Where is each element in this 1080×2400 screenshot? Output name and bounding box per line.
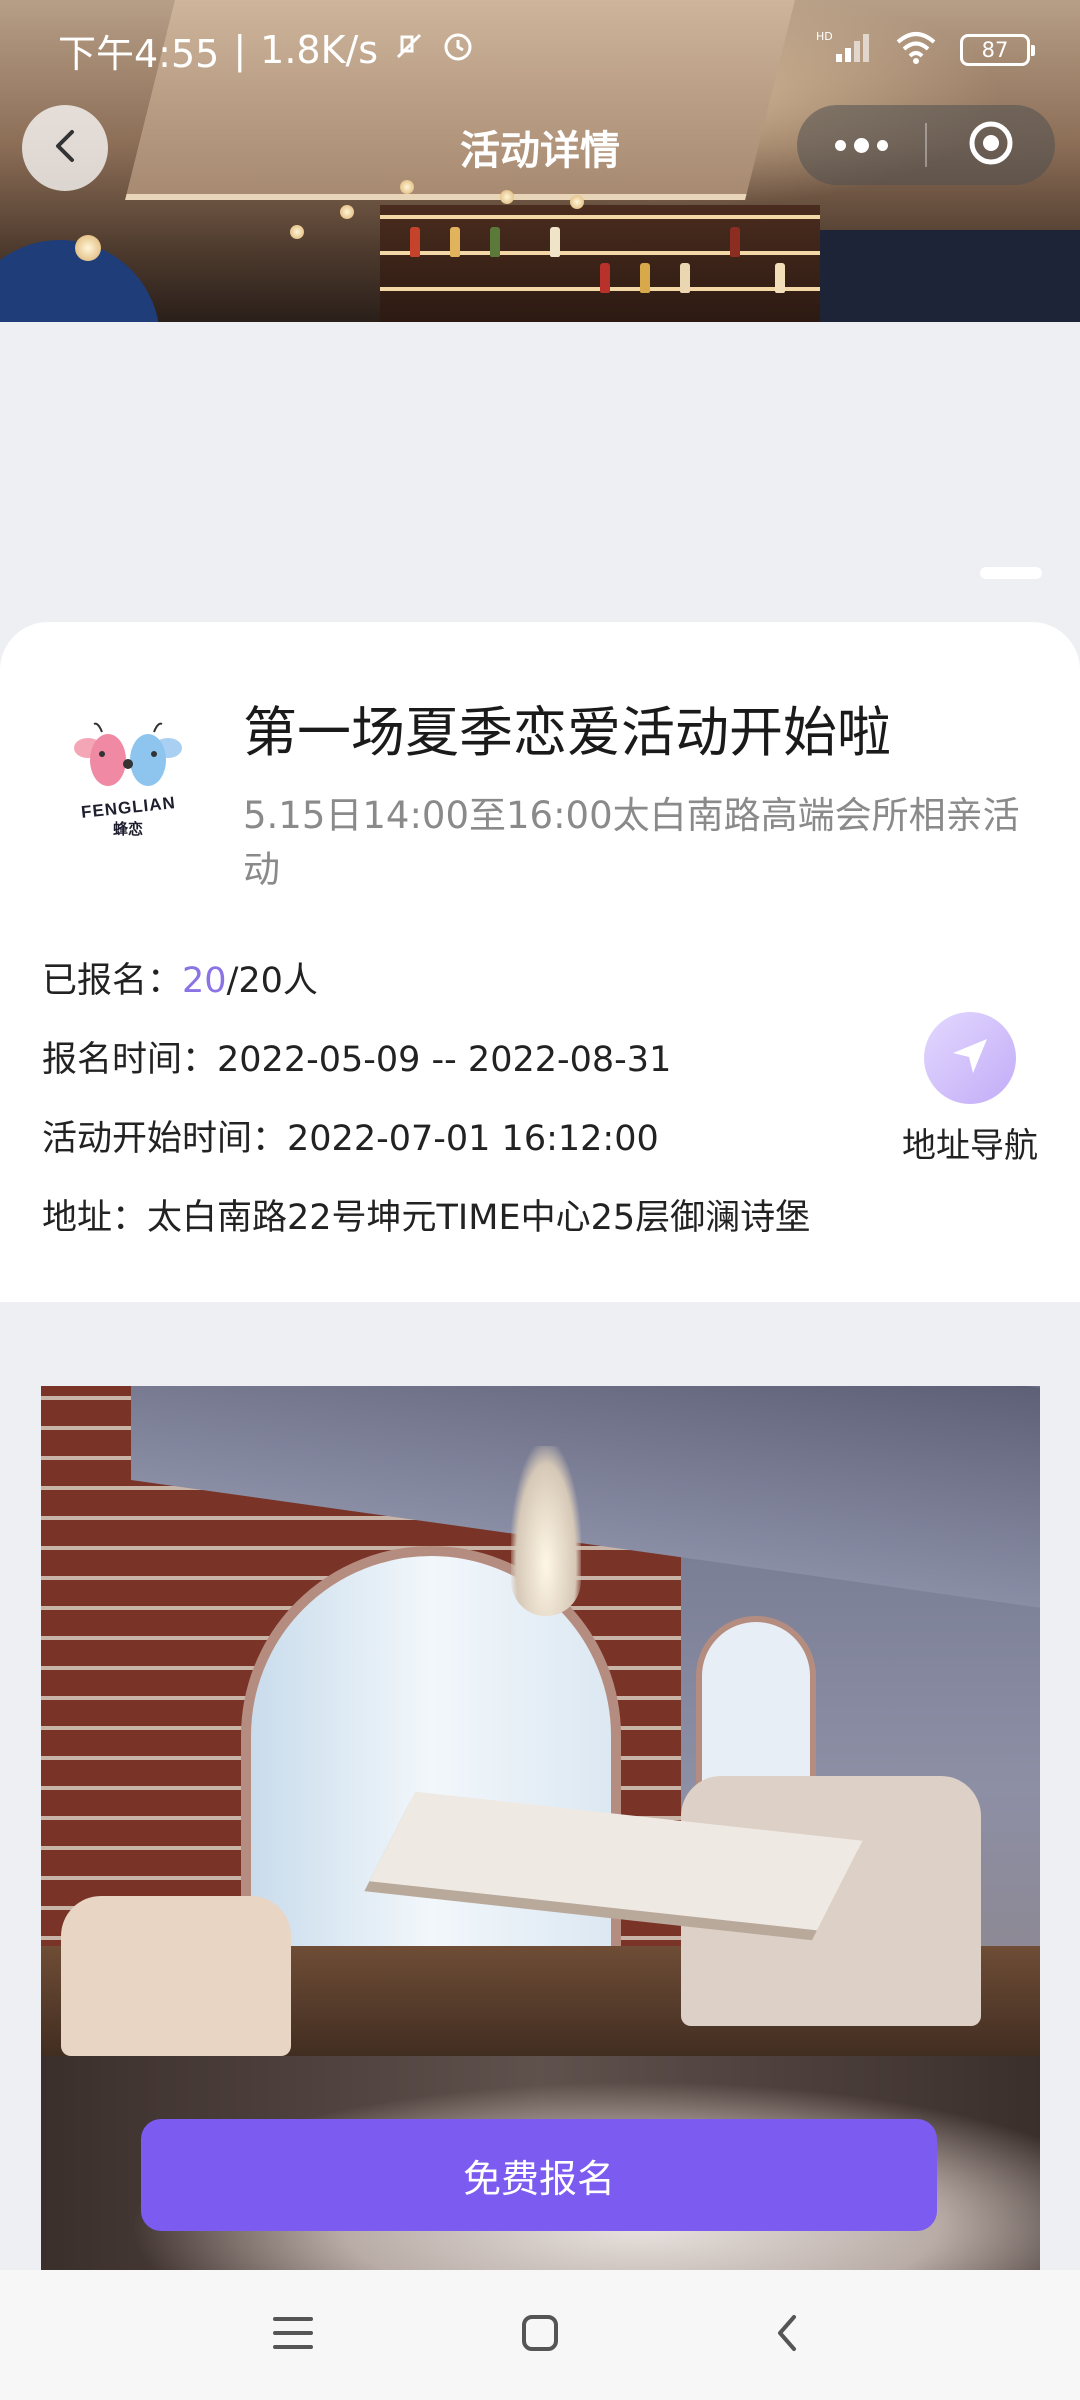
start-time-value: 2022-07-01 16:12:00 <box>287 1119 659 1159</box>
hero-right-panel <box>820 230 1080 322</box>
brand-logo: FENGLIAN 蜂恋 <box>58 720 198 860</box>
event-subtitle: 5.15日14:00至16:00太白南路高端会所相亲活动 <box>243 794 1020 891</box>
status-left: 下午4:55 | 1.8K/s <box>58 23 476 78</box>
signup-time-label: 报名时间： <box>42 1040 218 1080</box>
close-miniprogram-button[interactable] <box>927 105 1055 185</box>
signup-count-value: 20 <box>182 961 227 1001</box>
address-value: 太白南路22号坤元TIME中心25层御澜诗堡 <box>147 1198 811 1238</box>
status-time: 下午4:55 <box>58 31 220 76</box>
hero-bottle <box>410 227 420 257</box>
navigate-arrow-icon <box>947 1033 993 1083</box>
hero-bottle <box>490 227 500 257</box>
mute-icon <box>392 28 426 72</box>
more-dots-icon <box>831 137 892 153</box>
hero-bar-shelf <box>380 205 820 322</box>
status-net-speed: 1.8K/s <box>260 28 379 72</box>
system-nav-bar <box>0 2270 1080 2400</box>
more-button[interactable] <box>797 105 925 185</box>
signup-time-value: 2022-05-09 -- 2022-08-31 <box>217 1040 672 1080</box>
logo-subtitle: 蜂恋 <box>112 820 143 838</box>
address-navigation-label: 地址导航 <box>902 1126 1038 1166</box>
hero-bottle <box>730 227 740 257</box>
start-time-row: 活动开始时间：2022-07-01 16:12:00 <box>42 1110 659 1161</box>
hero-bottle <box>600 263 610 293</box>
hero-bottle <box>640 263 650 293</box>
menu-capsule <box>797 105 1055 185</box>
signup-count-total: /20人 <box>226 961 318 1001</box>
hero-bottle <box>550 227 560 257</box>
hero-bottle <box>450 227 460 257</box>
address-label: 地址： <box>42 1198 148 1238</box>
hero-lamp <box>340 205 354 219</box>
home-icon <box>520 2313 560 2357</box>
status-separator: | <box>233 28 247 72</box>
address-row: 地址：太白南路22号坤元TIME中心25层御澜诗堡 <box>42 1189 810 1240</box>
status-bar: 下午4:55 | 1.8K/s HD 87 <box>0 0 1080 100</box>
navigate-circle <box>924 1012 1016 1104</box>
battery-level: 87 <box>981 38 1009 62</box>
venue-armchair <box>61 1896 291 2056</box>
signal-icon: HD <box>816 30 872 71</box>
signup-count-label: 已报名： <box>42 961 183 1001</box>
signal-hd-label: HD <box>816 30 833 43</box>
battery-indicator: 87 <box>960 34 1035 66</box>
event-title: 第一场夏季恋爱活动开始啦 <box>243 701 891 764</box>
hero-lamp <box>570 195 584 209</box>
wifi-icon <box>894 30 938 71</box>
system-back-button[interactable] <box>747 2295 827 2375</box>
signup-count-row: 已报名：20/20人 <box>42 952 318 1003</box>
bee-logo-icon <box>74 722 182 786</box>
nav-bar: 活动详情 <box>0 100 1080 191</box>
start-time-label: 活动开始时间： <box>42 1119 288 1159</box>
close-circle-icon <box>967 119 1015 171</box>
status-right: HD 87 <box>816 30 1035 71</box>
back-icon <box>772 2311 802 2359</box>
back-button[interactable] <box>22 105 108 191</box>
carousel-indicator <box>980 567 1042 579</box>
address-navigation-button[interactable]: 地址导航 <box>895 1012 1045 1167</box>
home-button[interactable] <box>500 2295 580 2375</box>
alarm-icon <box>440 28 476 73</box>
hero-bottle <box>775 263 785 293</box>
hero-lamp <box>500 190 514 204</box>
hero-bottle <box>680 263 690 293</box>
hero-lamp <box>75 235 101 261</box>
signup-time-row: 报名时间：2022-05-09 -- 2022-08-31 <box>42 1031 671 1082</box>
recent-apps-button[interactable] <box>253 2295 333 2375</box>
venue-chandelier <box>511 1446 581 1616</box>
free-signup-button[interactable]: 免费报名 <box>141 2119 937 2231</box>
event-info-card: FENGLIAN 蜂恋 第一场夏季恋爱活动开始啦 5.15日14:00至16:0… <box>0 622 1080 1302</box>
menu-icon <box>271 2313 315 2357</box>
hero-lamp <box>290 225 304 239</box>
back-arrow-icon <box>50 126 80 170</box>
